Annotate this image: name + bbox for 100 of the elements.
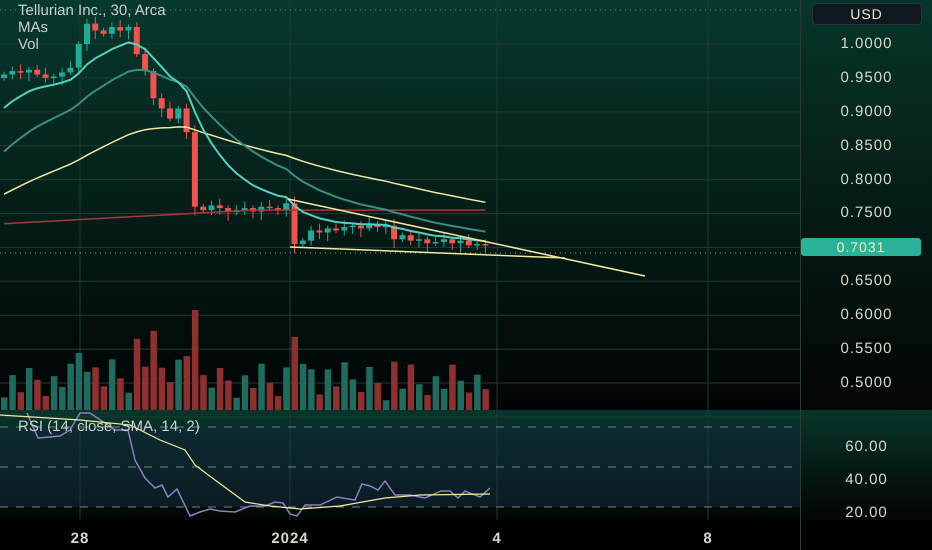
candlestick [258, 201, 264, 221]
candlestick [134, 22, 140, 58]
candlestick [292, 196, 298, 254]
time-tick: 8 [703, 530, 713, 547]
candlestick [117, 20, 124, 38]
candlestick [242, 200, 248, 216]
candlestick [324, 225, 331, 242]
candlestick [92, 16, 98, 40]
price-tick: 0.8000 [840, 170, 892, 190]
candlestick [59, 67, 66, 86]
candlestick [126, 24, 132, 40]
candlestick [208, 200, 214, 216]
volume-bar [324, 369, 332, 410]
candlestick [283, 198, 290, 218]
volume-bar [458, 380, 464, 410]
candlestick [1, 71, 7, 82]
last-price-label: 0.7031 [801, 238, 921, 256]
rsi-tick: 40.00 [845, 470, 888, 490]
candlestick [316, 223, 322, 240]
candlestick [432, 236, 439, 247]
candlestick [67, 60, 74, 76]
candlestick [274, 204, 281, 216]
candlestick [391, 218, 398, 249]
candlestick [50, 73, 57, 86]
candlestick [233, 204, 240, 216]
volume-bar [449, 364, 456, 410]
candlestick [175, 105, 182, 124]
price-tick: 0.9000 [840, 102, 892, 122]
candlestick [108, 22, 115, 40]
candlestick [358, 220, 364, 238]
volume-bar [126, 392, 132, 410]
time-tick: 4 [492, 530, 502, 547]
candlestick [184, 103, 190, 140]
candlestick [408, 230, 414, 246]
candlestick [18, 64, 24, 80]
volume-bar [250, 388, 256, 410]
candlestick [424, 236, 430, 253]
candlestick [266, 199, 273, 212]
candlestick [200, 204, 206, 214]
candlestick [350, 222, 356, 234]
candlestick [341, 220, 348, 236]
candlestick [26, 66, 32, 82]
price-tick: 0.5000 [840, 372, 892, 393]
price-tick: 0.8500 [840, 136, 892, 156]
candlestick [382, 220, 389, 234]
volume-bar [200, 375, 207, 410]
volume-bar [283, 367, 290, 410]
candlestick [158, 93, 165, 118]
price-tick: 0.6000 [840, 305, 892, 326]
candlestick [100, 27, 107, 38]
candlestick [225, 204, 232, 222]
volume-bar [34, 380, 41, 410]
candlestick [466, 233, 472, 249]
volume-bar [84, 372, 90, 410]
candlestick [142, 46, 148, 76]
volume-bar [242, 375, 248, 410]
currency-button[interactable]: USD [812, 3, 922, 25]
volume-bar [42, 396, 49, 410]
candlestick [416, 232, 422, 248]
candlestick [374, 220, 380, 232]
candlestick [76, 40, 82, 73]
volume-bar [333, 386, 340, 410]
price-tick: 0.9500 [840, 68, 892, 88]
volume-bar [408, 364, 414, 410]
indicator-label: Vol [18, 36, 39, 53]
price-tick: 1.0000 [840, 34, 892, 54]
rsi-tick: 20.00 [845, 503, 888, 523]
candlestick [449, 236, 456, 251]
candlestick [399, 232, 406, 242]
price-tick: 0.6500 [840, 271, 892, 292]
candlestick [42, 67, 48, 84]
volume-bar [1, 398, 8, 410]
volume-bar [416, 384, 422, 410]
volume-bar [374, 383, 381, 410]
volume-bar [366, 366, 373, 410]
candlestick [308, 225, 314, 246]
volume-bar [158, 368, 166, 410]
rsi-tick: 60.00 [845, 437, 888, 457]
price-tick: 0.7500 [840, 203, 892, 224]
candlestick [300, 237, 306, 248]
candlestick [366, 216, 372, 232]
volume-bar [167, 382, 174, 410]
candlestick [150, 68, 156, 106]
candlestick [167, 101, 173, 122]
symbol-title: Tellurian Inc., 30, Arca [18, 2, 166, 19]
candlestick [216, 198, 223, 216]
candlestick [250, 204, 256, 219]
volume-bar [208, 388, 215, 410]
candlestick [84, 18, 90, 52]
time-tick: 2024 [271, 530, 309, 547]
volume-bar [76, 352, 82, 410]
price-tick: 0.5500 [840, 339, 892, 359]
candlestick [333, 223, 339, 234]
candlestick [440, 232, 447, 248]
indicator-label: MAs [18, 19, 48, 36]
volume-bar [117, 378, 124, 410]
time-tick: 28 [70, 530, 90, 547]
candlestick [474, 240, 480, 251]
candlestick [9, 66, 16, 80]
candlestick [482, 238, 488, 253]
